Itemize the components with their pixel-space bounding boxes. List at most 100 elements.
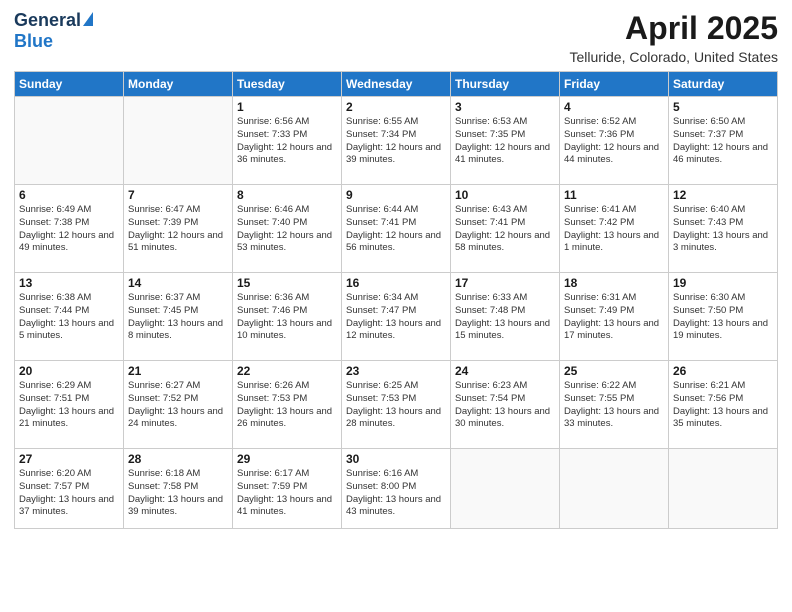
calendar-day-cell: 7 Sunrise: 6:47 AM Sunset: 7:39 PM Daylig… — [124, 185, 233, 273]
logo-area: General Blue — [14, 10, 93, 52]
logo-triangle-icon — [83, 12, 93, 26]
day-number: 10 — [455, 188, 555, 202]
weekday-header-saturday: Saturday — [669, 72, 778, 97]
day-number: 28 — [128, 452, 228, 466]
title-area: April 2025 Telluride, Colorado, United S… — [569, 10, 778, 65]
day-info: Sunrise: 6:43 AM Sunset: 7:41 PM Dayligh… — [455, 204, 555, 255]
day-number: 26 — [673, 364, 773, 378]
day-info: Sunrise: 6:46 AM Sunset: 7:40 PM Dayligh… — [237, 204, 337, 255]
day-number: 15 — [237, 276, 337, 290]
day-number: 4 — [564, 100, 664, 114]
day-info: Sunrise: 6:25 AM Sunset: 7:53 PM Dayligh… — [346, 380, 446, 431]
day-number: 12 — [673, 188, 773, 202]
calendar-day-cell: 15Sunrise: 6:36 AM Sunset: 7:46 PM Dayli… — [233, 273, 342, 361]
day-info: Sunrise: 6:23 AM Sunset: 7:54 PM Dayligh… — [455, 380, 555, 431]
day-number: 22 — [237, 364, 337, 378]
calendar-day-cell: 11 Sunrise: 6:41 AM Sunset: 7:42 PM Dayli… — [560, 185, 669, 273]
calendar-week-row: 27 Sunrise: 6:20 AM Sunset: 7:57 PM Dayli… — [15, 449, 778, 529]
calendar-day-cell — [669, 449, 778, 529]
calendar-day-cell: 1 Sunrise: 6:56 AM Sunset: 7:33 PM Daylig… — [233, 97, 342, 185]
calendar-day-cell: 19 Sunrise: 6:30 AM Sunset: 7:50 PM Dayli… — [669, 273, 778, 361]
day-info: Sunrise: 6:38 AM Sunset: 7:44 PM Dayligh… — [19, 292, 119, 343]
day-info: Sunrise: 6:47 AM Sunset: 7:39 PM Dayligh… — [128, 204, 228, 255]
calendar-day-cell — [124, 97, 233, 185]
day-info: Sunrise: 6:41 AM Sunset: 7:42 PM Dayligh… — [564, 204, 664, 255]
day-info: Sunrise: 6:44 AM Sunset: 7:41 PM Dayligh… — [346, 204, 446, 255]
day-info: Sunrise: 6:55 AM Sunset: 7:34 PM Dayligh… — [346, 116, 446, 167]
day-number: 7 — [128, 188, 228, 202]
calendar-day-cell: 29 Sunrise: 6:17 AM Sunset: 7:59 PM Dayli… — [233, 449, 342, 529]
day-number: 19 — [673, 276, 773, 290]
day-info: Sunrise: 6:21 AM Sunset: 7:56 PM Dayligh… — [673, 380, 773, 431]
day-number: 14 — [128, 276, 228, 290]
calendar-day-cell — [560, 449, 669, 529]
day-number: 21 — [128, 364, 228, 378]
calendar-day-cell: 27 Sunrise: 6:20 AM Sunset: 7:57 PM Dayli… — [15, 449, 124, 529]
calendar-day-cell: 28 Sunrise: 6:18 AM Sunset: 7:58 PM Dayli… — [124, 449, 233, 529]
day-number: 9 — [346, 188, 446, 202]
day-info: Sunrise: 6:50 AM Sunset: 7:37 PM Dayligh… — [673, 116, 773, 167]
calendar-day-cell: 13 Sunrise: 6:38 AM Sunset: 7:44 PM Dayli… — [15, 273, 124, 361]
day-number: 6 — [19, 188, 119, 202]
page: General Blue April 2025 Telluride, Color… — [0, 0, 792, 612]
weekday-header-thursday: Thursday — [451, 72, 560, 97]
day-number: 29 — [237, 452, 337, 466]
calendar-day-cell: 14 Sunrise: 6:37 AM Sunset: 7:45 PM Dayli… — [124, 273, 233, 361]
day-number: 30 — [346, 452, 446, 466]
calendar-day-cell: 17 Sunrise: 6:33 AM Sunset: 7:48 PM Dayli… — [451, 273, 560, 361]
day-info: Sunrise: 6:18 AM Sunset: 7:58 PM Dayligh… — [128, 468, 228, 519]
subtitle: Telluride, Colorado, United States — [569, 49, 778, 65]
calendar-day-cell: 22 Sunrise: 6:26 AM Sunset: 7:53 PM Dayli… — [233, 361, 342, 449]
calendar-day-cell — [15, 97, 124, 185]
calendar-table: SundayMondayTuesdayWednesdayThursdayFrid… — [14, 71, 778, 529]
day-info: Sunrise: 6:22 AM Sunset: 7:55 PM Dayligh… — [564, 380, 664, 431]
calendar-day-cell: 10 Sunrise: 6:43 AM Sunset: 7:41 PM Dayli… — [451, 185, 560, 273]
weekday-header-sunday: Sunday — [15, 72, 124, 97]
day-info: Sunrise: 6:56 AM Sunset: 7:33 PM Dayligh… — [237, 116, 337, 167]
calendar-day-cell: 30 Sunrise: 6:16 AM Sunset: 8:00 PM Dayli… — [342, 449, 451, 529]
calendar-day-cell: 24 Sunrise: 6:23 AM Sunset: 7:54 PM Dayli… — [451, 361, 560, 449]
day-number: 24 — [455, 364, 555, 378]
day-info: Sunrise: 6:49 AM Sunset: 7:38 PM Dayligh… — [19, 204, 119, 255]
day-number: 27 — [19, 452, 119, 466]
weekday-header-friday: Friday — [560, 72, 669, 97]
logo-text: General — [14, 10, 93, 31]
calendar-day-cell: 2 Sunrise: 6:55 AM Sunset: 7:34 PM Daylig… — [342, 97, 451, 185]
day-number: 17 — [455, 276, 555, 290]
weekday-header-monday: Monday — [124, 72, 233, 97]
main-title: April 2025 — [569, 10, 778, 47]
calendar-day-cell: 25Sunrise: 6:22 AM Sunset: 7:55 PM Dayli… — [560, 361, 669, 449]
day-info: Sunrise: 6:34 AM Sunset: 7:47 PM Dayligh… — [346, 292, 446, 343]
day-info: Sunrise: 6:27 AM Sunset: 7:52 PM Dayligh… — [128, 380, 228, 431]
logo-general: General — [14, 10, 81, 31]
day-number: 13 — [19, 276, 119, 290]
day-number: 20 — [19, 364, 119, 378]
day-number: 18 — [564, 276, 664, 290]
day-number: 1 — [237, 100, 337, 114]
day-info: Sunrise: 6:31 AM Sunset: 7:49 PM Dayligh… — [564, 292, 664, 343]
day-number: 2 — [346, 100, 446, 114]
calendar-day-cell: 16 Sunrise: 6:34 AM Sunset: 7:47 PM Dayli… — [342, 273, 451, 361]
calendar-day-cell — [451, 449, 560, 529]
day-info: Sunrise: 6:37 AM Sunset: 7:45 PM Dayligh… — [128, 292, 228, 343]
calendar-day-cell: 6 Sunrise: 6:49 AM Sunset: 7:38 PM Daylig… — [15, 185, 124, 273]
calendar-day-cell: 12Sunrise: 6:40 AM Sunset: 7:43 PM Dayli… — [669, 185, 778, 273]
day-number: 3 — [455, 100, 555, 114]
calendar-day-cell: 21 Sunrise: 6:27 AM Sunset: 7:52 PM Dayli… — [124, 361, 233, 449]
calendar-day-cell: 3Sunrise: 6:53 AM Sunset: 7:35 PM Daylig… — [451, 97, 560, 185]
day-info: Sunrise: 6:20 AM Sunset: 7:57 PM Dayligh… — [19, 468, 119, 519]
header: General Blue April 2025 Telluride, Color… — [14, 10, 778, 65]
weekday-header-tuesday: Tuesday — [233, 72, 342, 97]
day-number: 11 — [564, 188, 664, 202]
calendar-day-cell: 4 Sunrise: 6:52 AM Sunset: 7:36 PM Daylig… — [560, 97, 669, 185]
day-number: 16 — [346, 276, 446, 290]
day-info: Sunrise: 6:16 AM Sunset: 8:00 PM Dayligh… — [346, 468, 446, 519]
day-info: Sunrise: 6:52 AM Sunset: 7:36 PM Dayligh… — [564, 116, 664, 167]
day-info: Sunrise: 6:26 AM Sunset: 7:53 PM Dayligh… — [237, 380, 337, 431]
calendar-day-cell: 8Sunrise: 6:46 AM Sunset: 7:40 PM Daylig… — [233, 185, 342, 273]
day-info: Sunrise: 6:30 AM Sunset: 7:50 PM Dayligh… — [673, 292, 773, 343]
calendar-week-row: 20Sunrise: 6:29 AM Sunset: 7:51 PM Dayli… — [15, 361, 778, 449]
day-info: Sunrise: 6:17 AM Sunset: 7:59 PM Dayligh… — [237, 468, 337, 519]
day-info: Sunrise: 6:33 AM Sunset: 7:48 PM Dayligh… — [455, 292, 555, 343]
day-number: 23 — [346, 364, 446, 378]
